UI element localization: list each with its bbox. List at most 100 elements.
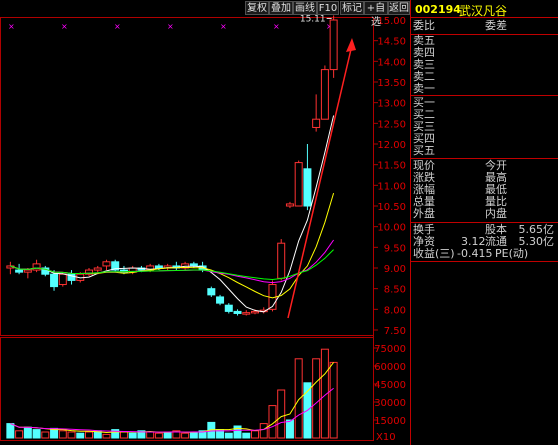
volume-bar <box>154 432 163 439</box>
candle-body <box>277 242 286 279</box>
volume-bar <box>251 430 259 439</box>
marker-dot: × <box>273 22 280 31</box>
candle-body <box>58 273 67 286</box>
price-tick-label: 9.00 <box>384 264 406 275</box>
candle-body <box>251 310 259 314</box>
volume-bar <box>163 431 172 439</box>
volume-bar <box>23 426 32 439</box>
volume-tick-label: 60000 <box>374 362 406 373</box>
stock-header: 002194 武汉凡谷 <box>411 0 558 18</box>
volume-tick-label: 30000 <box>374 398 406 409</box>
price-tick-label: 9.50 <box>384 243 406 254</box>
eps-value: -0.415 <box>457 247 493 260</box>
candle-body <box>294 162 303 207</box>
volume-bar <box>67 431 76 439</box>
marker-dot: × <box>8 22 15 31</box>
candle-body <box>154 265 163 269</box>
sell-1-label: 卖一 <box>413 82 435 95</box>
candle-body <box>233 310 242 314</box>
marker-dot: × <box>114 22 121 31</box>
price-tick-label: 14.00 <box>377 57 406 68</box>
volume-bar <box>41 431 50 439</box>
price-tick-label: 11.00 <box>377 181 406 192</box>
overlay-button[interactable]: 叠加 <box>269 1 293 15</box>
price-tick-label: 7.50 <box>384 326 406 337</box>
candle-body <box>329 19 338 71</box>
outer-disk-label: 外盘 <box>413 207 435 220</box>
volume-bar <box>15 430 24 439</box>
candle-body <box>189 263 198 267</box>
price-tick-label: 15.00 <box>377 16 406 27</box>
chart-toolbar: 复权 叠加 画线 F10 标记 +自选 返回 <box>0 0 410 28</box>
price-tick-label: 11.50 <box>377 161 406 172</box>
candle-body <box>32 263 41 271</box>
volume-unit-label: X10 <box>376 432 396 443</box>
candle-body <box>102 261 111 267</box>
volume-bar <box>329 361 338 439</box>
price-pane-frame <box>0 17 374 336</box>
candle-body <box>312 118 321 128</box>
price-tick-label: 13.50 <box>377 78 406 89</box>
mark-button[interactable]: 标记 <box>340 1 364 15</box>
price-tick-label: 12.50 <box>377 119 406 130</box>
price-tick-label: 8.00 <box>384 305 406 316</box>
volume-bar <box>294 358 303 439</box>
volume-bar <box>6 423 15 439</box>
stock-name: 武汉凡谷 <box>459 4 508 18</box>
price-tick-label: 14.50 <box>377 37 406 48</box>
back-button[interactable]: 返回 <box>388 1 410 15</box>
kline-chart[interactable]: × × × × × × × 15.0014.5014.0013.5013.0012.5012.… <box>0 0 410 445</box>
draw-line-button[interactable]: 画线 <box>293 1 317 15</box>
candle-body <box>207 288 216 296</box>
candle-body <box>15 269 24 273</box>
add-favorite-button[interactable]: +自选 <box>364 1 388 28</box>
volume-bar <box>242 432 251 439</box>
volume-bar <box>181 432 190 439</box>
candle-body <box>93 267 102 271</box>
candle-body <box>224 304 233 312</box>
volume-bar <box>233 425 242 439</box>
volume-bar <box>146 431 155 439</box>
volume-tick-label: 45000 <box>374 380 406 391</box>
volume-bar <box>189 431 198 439</box>
candle-body <box>285 203 294 207</box>
price-tick-label: 10.00 <box>377 223 406 234</box>
volume-bar <box>76 432 85 439</box>
price-tick-label: 12.00 <box>377 140 406 151</box>
quote-panel: 002194 武汉凡谷 委比 委差 卖五 卖四 卖三 卖二 卖一 买一 买二 买… <box>410 0 558 445</box>
volume-bar <box>259 423 268 439</box>
eps-label: 收益(三) <box>413 247 455 260</box>
inner-disk-label: 内盘 <box>485 207 507 220</box>
marker-dot: × <box>61 22 68 31</box>
marker-dot: × <box>220 22 227 31</box>
volume-bar <box>128 432 137 439</box>
trend-arrow-head <box>346 38 356 52</box>
volume-tick-label: 15000 <box>374 416 406 427</box>
candle-body <box>303 168 312 207</box>
stock-code: 002194 <box>415 3 461 16</box>
weicha-label: 委差 <box>485 19 507 32</box>
price-tick-label: 10.50 <box>377 202 406 213</box>
candle-body <box>50 273 59 288</box>
candle-body <box>242 312 251 315</box>
volume-bar <box>102 433 111 439</box>
price-tick-label: 8.50 <box>384 285 406 296</box>
weibi-label: 委比 <box>413 19 435 32</box>
volume-bar <box>224 432 233 439</box>
pe-label: PE(动) <box>495 247 529 260</box>
candle-body <box>320 69 329 120</box>
volume-bar <box>58 430 67 439</box>
restore-rights-button[interactable]: 复权 <box>245 1 269 15</box>
volume-bar <box>85 431 93 439</box>
price-tick-label: 13.00 <box>377 99 406 110</box>
volume-bar <box>285 419 294 439</box>
volume-bar <box>32 429 41 439</box>
f10-button[interactable]: F10 <box>317 1 339 15</box>
candle-body <box>23 269 32 273</box>
volume-bar <box>277 389 286 439</box>
volume-bar <box>312 358 321 439</box>
volume-bar <box>119 431 128 439</box>
marker-dot: × <box>167 22 174 31</box>
buy-5-label: 买五 <box>413 144 435 157</box>
volume-tick-label: 75000 <box>374 344 406 355</box>
